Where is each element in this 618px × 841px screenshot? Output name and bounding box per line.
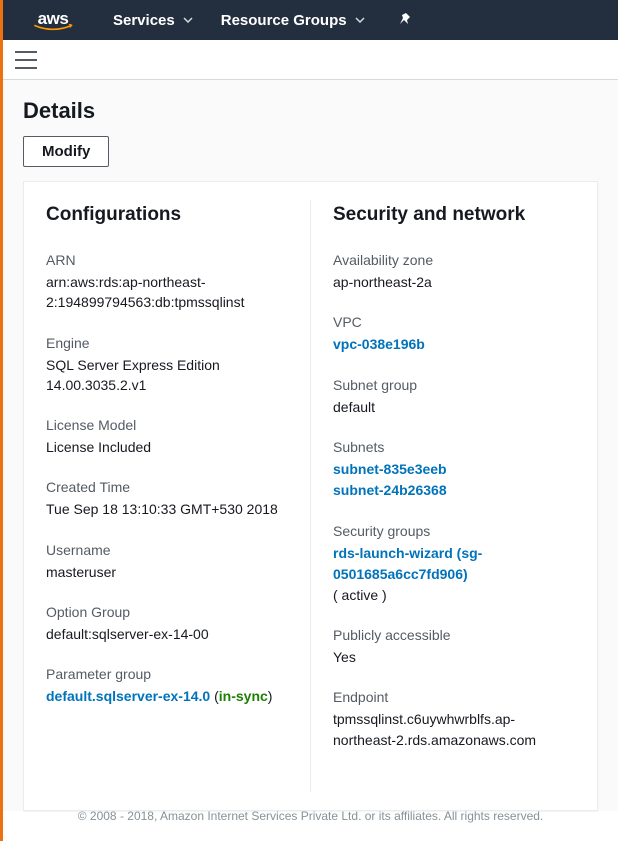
subnet-group-label: Subnet group	[333, 377, 575, 393]
vpc-label: VPC	[333, 314, 575, 330]
security-title: Security and network	[333, 204, 575, 226]
arn-value: arn:aws:rds:ap-northeast-2:194899794563:…	[46, 272, 288, 313]
publicly-accessible-label: Publicly accessible	[333, 627, 575, 643]
top-nav: aws Services Resource Groups	[3, 0, 618, 40]
parameter-group-label: Parameter group	[46, 666, 288, 682]
field-subnet-group: Subnet group default	[333, 377, 575, 417]
field-az: Availability zone ap-northeast-2a	[333, 252, 575, 292]
modify-button[interactable]: Modify	[23, 136, 109, 167]
hamburger-menu-icon[interactable]	[15, 51, 37, 69]
resource-groups-menu[interactable]: Resource Groups	[221, 12, 365, 29]
arn-label: ARN	[46, 252, 288, 268]
services-menu[interactable]: Services	[113, 12, 193, 29]
chevron-down-icon	[183, 17, 193, 23]
subnets-label: Subnets	[333, 439, 575, 455]
page-title: Details	[23, 98, 598, 124]
endpoint-label: Endpoint	[333, 689, 575, 705]
configurations-title: Configurations	[46, 204, 288, 226]
created-time-label: Created Time	[46, 479, 288, 495]
field-parameter-group: Parameter group default.sqlserver-ex-14.…	[46, 666, 288, 706]
field-license-model: License Model License Included	[46, 417, 288, 457]
content-area: Details Modify Configurations ARN arn:aw…	[3, 80, 618, 811]
endpoint-value: tpmssqlinst.c6uywhwrblfs.ap-northeast-2.…	[333, 709, 575, 750]
field-security-groups: Security groups rds-launch-wizard (sg-05…	[333, 523, 575, 605]
security-groups-label: Security groups	[333, 523, 575, 539]
aws-smile-icon	[33, 24, 73, 32]
field-option-group: Option Group default:sqlserver-ex-14-00	[46, 604, 288, 644]
parameter-group-status: in-sync	[219, 688, 268, 704]
field-username: Username masteruser	[46, 542, 288, 582]
engine-label: Engine	[46, 335, 288, 351]
created-time-value: Tue Sep 18 13:10:33 GMT+530 2018	[46, 499, 288, 519]
engine-value: SQL Server Express Edition 14.00.3035.2.…	[46, 355, 288, 396]
services-label: Services	[113, 12, 175, 29]
vpc-link[interactable]: vpc-038e196b	[333, 336, 425, 352]
option-group-label: Option Group	[46, 604, 288, 620]
field-endpoint: Endpoint tpmssqlinst.c6uywhwrblfs.ap-nor…	[333, 689, 575, 750]
security-group-link[interactable]: rds-launch-wizard (sg-0501685a6cc7fd906)	[333, 543, 575, 585]
field-publicly-accessible: Publicly accessible Yes	[333, 627, 575, 667]
az-label: Availability zone	[333, 252, 575, 268]
field-subnets: Subnets subnet-835e3eeb subnet-24b26368	[333, 439, 575, 501]
details-panel: Configurations ARN arn:aws:rds:ap-northe…	[23, 181, 598, 811]
field-engine: Engine SQL Server Express Edition 14.00.…	[46, 335, 288, 396]
parameter-group-link[interactable]: default.sqlserver-ex-14.0	[46, 688, 210, 704]
aws-logo[interactable]: aws	[33, 10, 73, 32]
username-value: masteruser	[46, 562, 288, 582]
option-group-value: default:sqlserver-ex-14-00	[46, 624, 288, 644]
sub-nav	[3, 40, 618, 80]
resource-groups-label: Resource Groups	[221, 12, 347, 29]
configurations-column: Configurations ARN arn:aws:rds:ap-northe…	[24, 182, 310, 810]
field-arn: ARN arn:aws:rds:ap-northeast-2:194899794…	[46, 252, 288, 313]
chevron-down-icon	[355, 17, 365, 23]
field-created-time: Created Time Tue Sep 18 13:10:33 GMT+530…	[46, 479, 288, 519]
field-vpc: VPC vpc-038e196b	[333, 314, 575, 354]
subnet-link-1[interactable]: subnet-835e3eeb	[333, 459, 575, 480]
pin-icon[interactable]	[399, 12, 413, 29]
subnet-link-2[interactable]: subnet-24b26368	[333, 480, 575, 501]
footer: © 2008 - 2018, Amazon Internet Services …	[3, 803, 618, 829]
details-header: Details Modify	[23, 98, 598, 167]
parameter-group-value: default.sqlserver-ex-14.0 (in-sync)	[46, 686, 288, 706]
username-label: Username	[46, 542, 288, 558]
license-model-label: License Model	[46, 417, 288, 433]
security-column: Security and network Availability zone a…	[311, 182, 597, 810]
az-value: ap-northeast-2a	[333, 272, 575, 292]
subnet-group-value: default	[333, 397, 575, 417]
license-model-value: License Included	[46, 437, 288, 457]
security-group-status: ( active )	[333, 587, 387, 603]
publicly-accessible-value: Yes	[333, 647, 575, 667]
